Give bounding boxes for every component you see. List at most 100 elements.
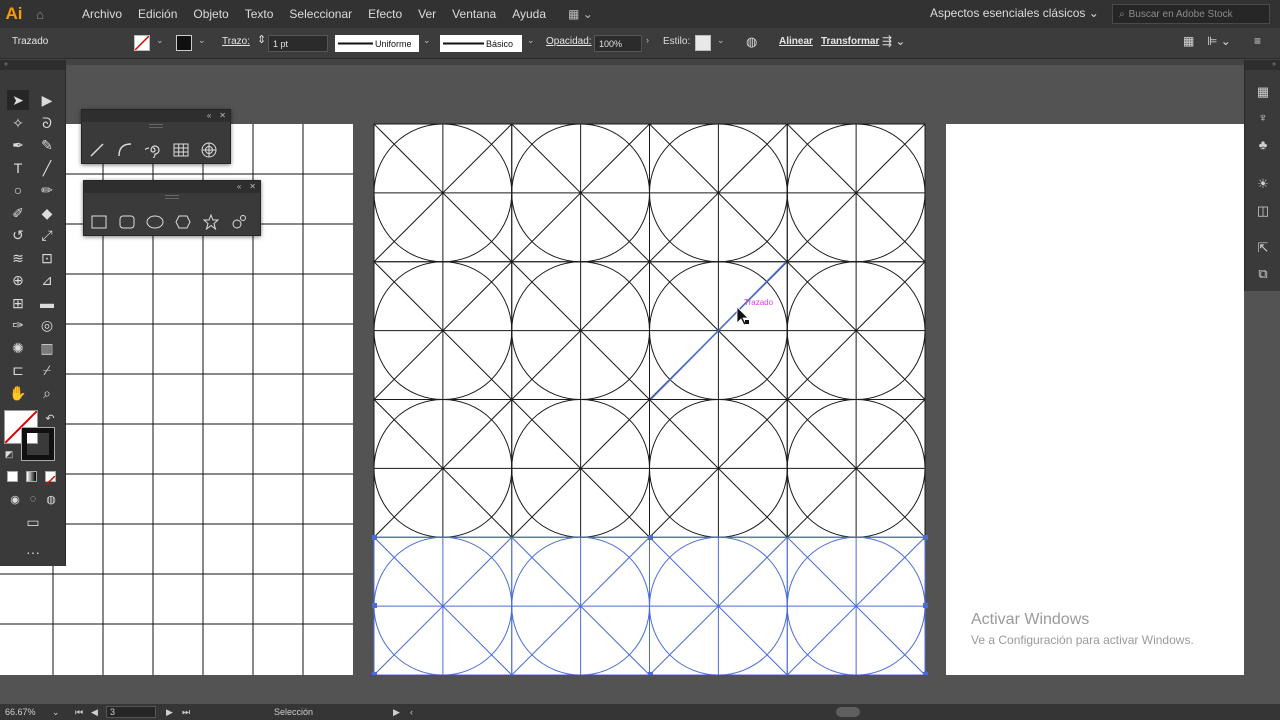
ellipse-tool-icon[interactable] [144, 211, 166, 233]
last-artboard-icon[interactable]: ⏭ [182, 707, 190, 718]
align-link[interactable]: Alinear [779, 36, 813, 47]
layers-icon[interactable]: ◫ [1253, 201, 1273, 221]
brushes-icon[interactable]: ♆ [1253, 107, 1273, 127]
magic-wand-icon[interactable]: ✧ [7, 113, 29, 133]
stroke-weight-field[interactable]: 1 pt [268, 35, 328, 52]
gradient-mode-icon[interactable] [26, 471, 37, 482]
brush-definition[interactable]: Básico [440, 35, 522, 52]
curvature-tool-icon[interactable]: ✎ [36, 135, 58, 155]
recolor-artwork-icon[interactable]: ◍ [746, 34, 757, 50]
status-menu-icon[interactable]: ▶ [393, 707, 400, 718]
slice-tool-icon[interactable]: ⌿ [36, 360, 58, 380]
ellipse-tool-icon[interactable]: ○ [7, 180, 29, 200]
right-artboard[interactable] [946, 124, 1244, 675]
menu-edicion[interactable]: Edición [130, 7, 185, 21]
graphic-style-swatch[interactable] [695, 35, 711, 51]
edit-toolbar-icon[interactable]: ··· [21, 542, 45, 562]
appearance-icon[interactable]: ☀ [1253, 174, 1273, 194]
menu-ventana[interactable]: Ventana [444, 7, 504, 21]
collapse-icon[interactable]: « [0, 60, 65, 70]
opacity-label[interactable]: Opacidad: [546, 36, 592, 47]
stroke-color-box[interactable] [21, 427, 55, 461]
star-tool-icon[interactable] [200, 211, 222, 233]
chevron-down-icon[interactable]: ⌄ [423, 35, 431, 46]
direct-selection-tool-icon[interactable]: ▶ [36, 90, 58, 110]
menu-efecto[interactable]: Efecto [360, 7, 410, 21]
chevron-down-icon[interactable]: ⌄ [717, 35, 725, 46]
close-icon[interactable]: ✕ [249, 181, 256, 193]
spiral-tool-icon[interactable] [142, 139, 164, 161]
gradient-tool-icon[interactable]: ▬ [36, 293, 58, 313]
paintbrush-icon[interactable]: ✏ [36, 180, 58, 200]
home-icon[interactable]: ⌂ [28, 7, 52, 22]
menu-ayuda[interactable]: Ayuda [504, 7, 554, 21]
arrange-icon[interactable]: ▦ [1183, 34, 1194, 48]
hand-tool-icon[interactable]: ✋ [7, 383, 29, 403]
blend-tool-icon[interactable]: ◎ [36, 315, 58, 335]
artboard-number-field[interactable]: 3 [106, 706, 156, 718]
horizontal-scroll-thumb[interactable] [836, 707, 860, 717]
transform-link[interactable]: Transformar [821, 36, 879, 47]
collapse-icon[interactable]: « [207, 110, 211, 122]
symbols-icon[interactable]: ♣ [1253, 134, 1273, 154]
previous-artboard-icon[interactable]: ◀ [91, 707, 98, 718]
flare-tool-icon[interactable] [228, 211, 250, 233]
mesh-tool-icon[interactable]: ⊞ [7, 293, 29, 313]
rounded-rectangle-tool-icon[interactable] [116, 211, 138, 233]
fill-swatch[interactable] [134, 35, 150, 51]
chevron-down-icon[interactable]: ⌄ [156, 35, 164, 46]
line-tool-icon[interactable]: ╱ [36, 158, 58, 178]
arrange-documents-icon[interactable]: ▦ ⌄ [568, 7, 593, 21]
default-colors-icon[interactable]: ◩ [2, 444, 16, 464]
menu-seleccionar[interactable]: Seleccionar [281, 7, 360, 21]
zoom-level[interactable]: 66.67% [5, 707, 36, 717]
variable-width-profile[interactable]: Uniforme [335, 35, 419, 52]
zoom-tool-icon[interactable]: ⌕ [36, 383, 58, 403]
rectangle-tool-icon[interactable] [88, 211, 110, 233]
color-mode-icon[interactable] [7, 471, 18, 482]
eyedropper-icon[interactable]: ✑ [7, 315, 29, 335]
adobe-stock-search[interactable]: ⌕ Buscar en Adobe Stock [1112, 4, 1270, 24]
rotate-tool-icon[interactable]: ↺ [7, 225, 29, 245]
draw-inside-icon[interactable]: ◍ [40, 489, 62, 509]
shaper-tool-icon[interactable]: ✐ [7, 203, 29, 223]
scroll-left-icon[interactable]: ‹ [410, 707, 413, 717]
free-transform-icon[interactable]: ⊡ [36, 248, 58, 268]
none-mode-icon[interactable] [45, 471, 56, 486]
menu-archivo[interactable]: Archivo [74, 7, 130, 21]
menu-ver[interactable]: Ver [410, 7, 444, 21]
lasso-icon[interactable]: ᘐ [36, 113, 58, 133]
menu-objeto[interactable]: Objeto [185, 7, 236, 21]
panel-grip[interactable] [165, 195, 179, 199]
polar-grid-tool-icon[interactable] [198, 139, 220, 161]
collapse-icon[interactable]: « [237, 181, 241, 193]
opacity-field[interactable]: 100% [594, 35, 642, 52]
first-artboard-icon[interactable]: ⏮ [75, 707, 83, 718]
stroke-label[interactable]: Trazo: [222, 36, 250, 47]
artboard-tool-icon[interactable]: ⊏ [7, 360, 29, 380]
menu-texto[interactable]: Texto [237, 7, 282, 21]
rectangular-grid-tool-icon[interactable] [170, 139, 192, 161]
isolate-icon[interactable]: ⇶ ⌄ [882, 34, 905, 48]
distribute-icon[interactable]: ⊫ ⌄ [1207, 34, 1231, 48]
screen-mode-icon[interactable]: ▭ [21, 512, 45, 532]
artboards-icon[interactable]: ⇱ [1253, 238, 1273, 258]
type-tool-icon[interactable]: T [7, 158, 29, 178]
column-graph-icon[interactable]: ▥ [36, 338, 58, 358]
eraser-icon[interactable]: ◆ [36, 203, 58, 223]
panel-grip[interactable] [149, 124, 163, 128]
panel-menu-icon[interactable]: ≡ [1254, 34, 1261, 48]
polygon-tool-icon[interactable] [172, 211, 194, 233]
chevron-right-icon[interactable]: › [646, 35, 649, 45]
pen-tool-icon[interactable]: ✒ [7, 135, 29, 155]
close-icon[interactable]: ✕ [219, 110, 226, 122]
expand-panels-icon[interactable]: » [1245, 60, 1280, 70]
workspace-switcher[interactable]: Aspectos esenciales clásicos ⌄ [930, 6, 1099, 20]
shape-builder-icon[interactable]: ⊕ [7, 270, 29, 290]
swap-colors-icon[interactable]: ↶ [42, 408, 58, 428]
arc-tool-icon[interactable] [114, 139, 136, 161]
swatches-icon[interactable]: ▦ [1253, 82, 1273, 102]
line-segment-tool-icon[interactable] [86, 139, 108, 161]
chevron-down-icon[interactable]: ⌄ [198, 35, 206, 46]
stroke-swatch[interactable] [176, 35, 192, 51]
